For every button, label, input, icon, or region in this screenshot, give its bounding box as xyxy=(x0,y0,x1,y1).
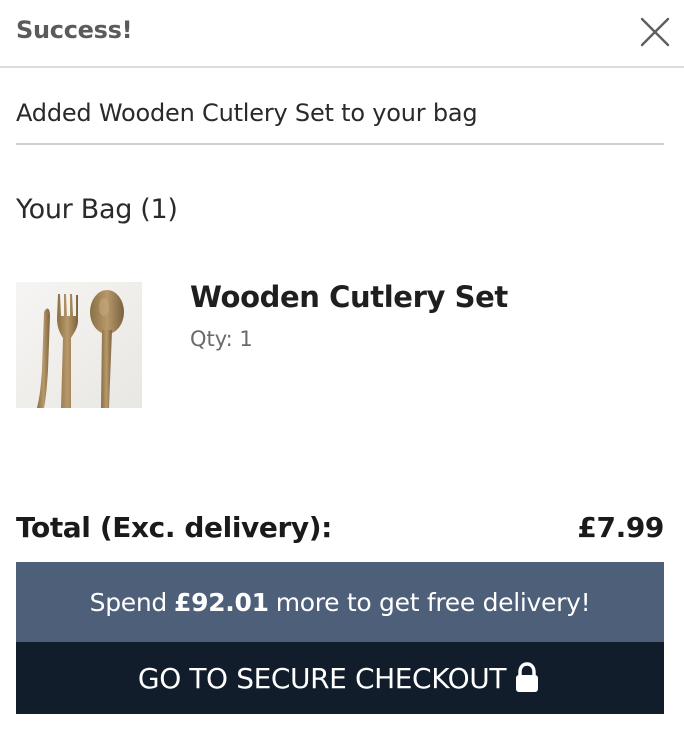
bag-heading: Your Bag (1) xyxy=(16,194,178,225)
product-name[interactable]: Wooden Cutlery Set xyxy=(190,280,508,314)
delivery-prefix: Spend xyxy=(89,587,168,617)
product-quantity: Qty: 1 xyxy=(190,327,253,351)
product-image-wooden-cutlery[interactable] xyxy=(16,282,142,408)
delivery-amount: £92.01 xyxy=(174,587,269,617)
close-button[interactable] xyxy=(632,10,678,56)
close-icon xyxy=(640,17,670,47)
dialog-header: Success! xyxy=(0,0,684,68)
total-label: Total (Exc. delivery): xyxy=(16,511,332,544)
dialog-title: Success! xyxy=(16,16,133,44)
total-value: £7.99 xyxy=(577,511,664,544)
add-to-bag-dialog: Success! Added Wooden Cutlery Set to you… xyxy=(0,0,684,734)
checkout-label: GO TO SECURE CHECKOUT xyxy=(137,661,507,695)
lock-icon xyxy=(516,662,539,692)
free-delivery-banner: Spend £92.01 more to get free delivery! xyxy=(16,562,664,642)
delivery-suffix: more to get free delivery! xyxy=(275,587,591,617)
product-image-graphic xyxy=(16,282,142,408)
success-message: Added Wooden Cutlery Set to your bag xyxy=(16,99,478,127)
divider xyxy=(16,143,664,145)
secure-checkout-button[interactable]: GO TO SECURE CHECKOUT xyxy=(16,642,664,714)
